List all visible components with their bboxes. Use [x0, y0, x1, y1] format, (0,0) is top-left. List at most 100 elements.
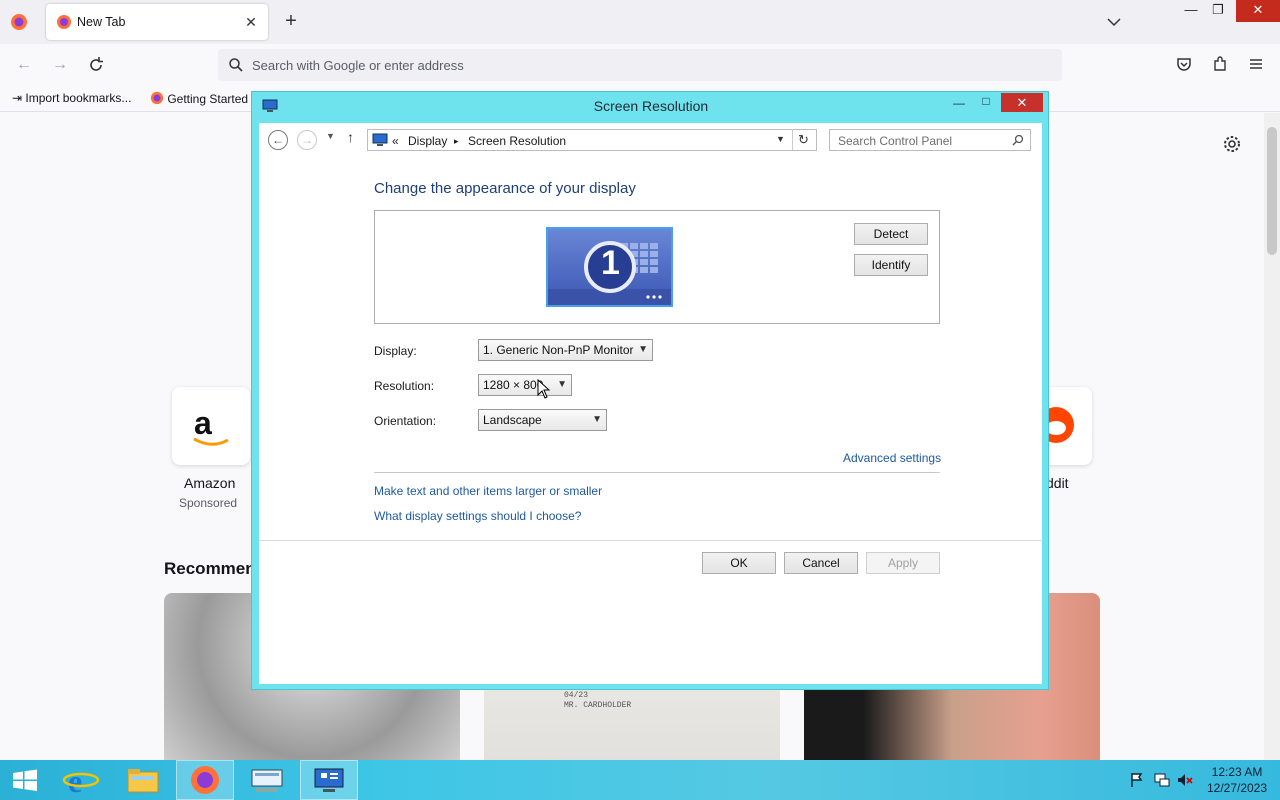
detect-button[interactable]: Detect [854, 223, 928, 245]
dialog-title: Screen Resolution [593, 98, 709, 114]
page-scrollbar[interactable] [1264, 113, 1280, 760]
breadcrumb-screen-resolution[interactable]: Screen Resolution [468, 134, 566, 148]
url-placeholder: Search with Google or enter address [252, 58, 464, 73]
breadcrumb-arrow-icon[interactable]: ▸ [454, 136, 459, 147]
resolution-value: 1280 × 800 [483, 378, 544, 392]
firefox-icon [57, 15, 71, 29]
display-label: Display: [374, 344, 417, 358]
advanced-settings-link[interactable]: Advanced settings [843, 451, 941, 465]
footer-divider [259, 540, 1042, 541]
search-icon[interactable] [1012, 134, 1024, 146]
dialog-minimize-button[interactable]: — [950, 96, 968, 110]
breadcrumb-overflow[interactable]: « [392, 134, 399, 148]
display-select[interactable]: 1. Generic Non-PnP Monitor ▼ [478, 339, 653, 361]
forward-arrow-icon[interactable]: → [297, 130, 317, 150]
tab-new-tab[interactable]: New Tab ✕ [46, 4, 268, 40]
display-help-link[interactable]: What display settings should I choose? [374, 509, 581, 523]
firefox-view-icon[interactable] [10, 13, 28, 31]
ok-button[interactable]: OK [702, 552, 776, 574]
apply-button[interactable]: Apply [866, 552, 940, 574]
amazon-smile-icon [193, 437, 229, 446]
taskbar: e 12:23 AM 12/27/2023 [0, 760, 1280, 800]
orientation-select[interactable]: Landscape ▼ [478, 409, 607, 431]
divider [374, 472, 940, 473]
browser-nav-bar: ← → Search with Google or enter address [0, 44, 1280, 86]
browser-close-button[interactable]: ✕ [1236, 0, 1280, 22]
network-icon[interactable] [1153, 771, 1171, 789]
clock-time: 12:23 AM [1211, 765, 1263, 779]
folder-icon [127, 769, 159, 793]
dialog-maximize-button[interactable]: □ [977, 94, 995, 110]
settings-gear-icon[interactable] [1222, 134, 1242, 154]
list-all-tabs-icon[interactable] [1104, 12, 1124, 32]
internet-explorer-taskbar-button[interactable]: e [52, 760, 110, 800]
monitor-1-tile[interactable]: 1 [546, 227, 673, 307]
recent-locations-chevron-icon[interactable]: ▼ [326, 131, 335, 141]
import-bookmarks-label: Import bookmarks... [25, 91, 132, 105]
action-center-flag-icon[interactable] [1128, 771, 1146, 789]
refresh-icon[interactable]: ↻ [798, 132, 809, 148]
search-control-panel-input[interactable]: Search Control Panel [829, 129, 1031, 151]
shortcut-amazon-sponsored: Sponsored [179, 496, 238, 510]
firefox-icon [191, 766, 219, 794]
hamburger-menu-icon[interactable] [1247, 55, 1265, 73]
display-settings-icon [314, 768, 344, 792]
shortcut-amazon[interactable]: a [172, 387, 250, 465]
address-toolbar: ← → ▼ ↑ « Display ▸ Screen Resolution ▼ … [259, 123, 1042, 156]
import-icon: ⇥ [12, 91, 26, 105]
pocket-icon[interactable] [1175, 55, 1193, 73]
getting-started-bookmark[interactable]: Getting Started [150, 91, 248, 106]
volume-muted-icon[interactable] [1176, 771, 1194, 789]
resolution-label: Resolution: [374, 379, 435, 393]
shortcut-amazon-label: Amazon [184, 475, 236, 491]
monitor-number: 1 [601, 244, 620, 282]
resolution-select[interactable]: 1280 × 800 ▼ [478, 374, 572, 396]
back-arrow-icon[interactable]: ← [268, 130, 288, 150]
start-windows-icon[interactable] [0, 760, 50, 800]
identify-button[interactable]: Identify [854, 254, 928, 276]
screen-resolution-dialog: Screen Resolution — □ ✕ ← → ▼ ↑ « Displa… [251, 91, 1049, 690]
dialog-close-button[interactable]: ✕ [1001, 93, 1043, 112]
recommended-heading: Recommen [164, 559, 256, 578]
dialog-client-area: ← → ▼ ↑ « Display ▸ Screen Resolution ▼ … [259, 123, 1042, 684]
chevron-down-icon: ▼ [557, 379, 567, 390]
breadcrumb-display[interactable]: Display [408, 134, 447, 148]
tab-title: New Tab [77, 15, 126, 29]
scrollbar-thumb[interactable] [1267, 127, 1277, 255]
firefox-taskbar-button[interactable] [176, 760, 234, 800]
browser-restore-button[interactable]: ❐ [1203, 0, 1233, 22]
taskbar-clock[interactable]: 12:23 AM 12/27/2023 [1198, 764, 1276, 796]
screen-resolution-taskbar-button[interactable] [300, 760, 358, 800]
chevron-down-icon: ▼ [592, 414, 602, 425]
new-tab-button[interactable]: + [280, 11, 302, 33]
clock-date: 12/27/2023 [1206, 781, 1268, 795]
up-arrow-icon[interactable]: ↑ [347, 129, 354, 145]
search-placeholder: Search Control Panel [838, 134, 953, 148]
getting-started-label: Getting Started [167, 92, 249, 106]
mouse-cursor-icon [537, 379, 551, 399]
card-text: MR. CARDHOLDER [564, 701, 632, 710]
url-bar[interactable]: Search with Google or enter address [218, 49, 1062, 81]
address-dropdown-icon[interactable]: ▼ [776, 134, 785, 144]
orientation-value: Landscape [483, 413, 542, 427]
control-panel-icon [372, 133, 388, 146]
extensions-icon[interactable] [1211, 55, 1229, 73]
card-text: 04/23 [564, 691, 589, 700]
address-bar[interactable]: « Display ▸ Screen Resolution ▼ ↻ [367, 129, 817, 151]
reload-icon[interactable] [86, 55, 106, 75]
keyboard-app-taskbar-button[interactable] [238, 760, 296, 800]
back-arrow-icon[interactable]: ← [14, 55, 34, 75]
browser-minimize-button[interactable]: — [1176, 0, 1206, 22]
import-bookmarks-link[interactable]: ⇥ Import bookmarks... [12, 91, 131, 105]
tab-close-icon[interactable]: ✕ [242, 13, 260, 31]
text-size-link[interactable]: Make text and other items larger or smal… [374, 484, 602, 498]
monitor-preview-panel: 1 Detect Identify [374, 210, 940, 324]
browser-tab-bar: New Tab ✕ + — ❐ ✕ [0, 0, 1280, 44]
shortcut-reddit-label: ddit [1046, 475, 1069, 491]
svg-text:e: e [68, 763, 82, 799]
keyboard-icon [251, 769, 283, 792]
cancel-button[interactable]: Cancel [784, 552, 858, 574]
file-explorer-taskbar-button[interactable] [114, 760, 172, 800]
forward-arrow-icon[interactable]: → [50, 55, 70, 75]
desktop: New Tab ✕ + — ❐ ✕ ← → Search with Google… [0, 0, 1280, 800]
